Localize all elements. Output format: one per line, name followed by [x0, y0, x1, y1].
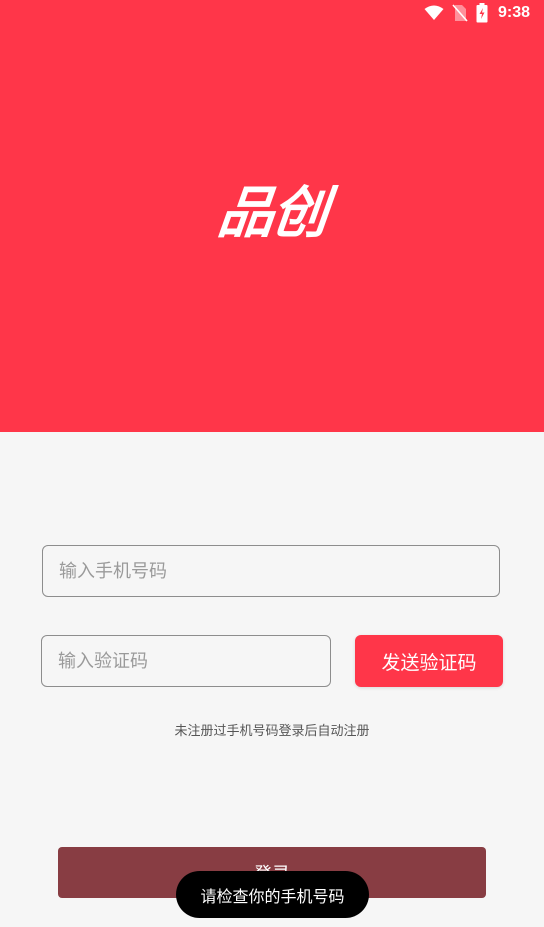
- wifi-icon: [424, 5, 444, 21]
- verification-code-input[interactable]: [41, 635, 331, 687]
- send-code-button[interactable]: 发送验证码: [355, 635, 503, 687]
- toast-message: 请检查你的手机号码: [176, 871, 369, 918]
- app-logo: 品创: [214, 181, 330, 246]
- battery-charging-icon: [476, 3, 488, 23]
- header-banner: 9:38 品创: [0, 0, 544, 432]
- send-code-label: 发送验证码: [381, 651, 477, 674]
- phone-input[interactable]: [42, 545, 500, 597]
- status-time: 9:38: [497, 4, 530, 21]
- status-bar: 9:38: [424, 0, 544, 26]
- auto-register-hint: 未注册过手机号码登录后自动注册: [174, 724, 370, 739]
- no-sim-icon: [452, 4, 468, 22]
